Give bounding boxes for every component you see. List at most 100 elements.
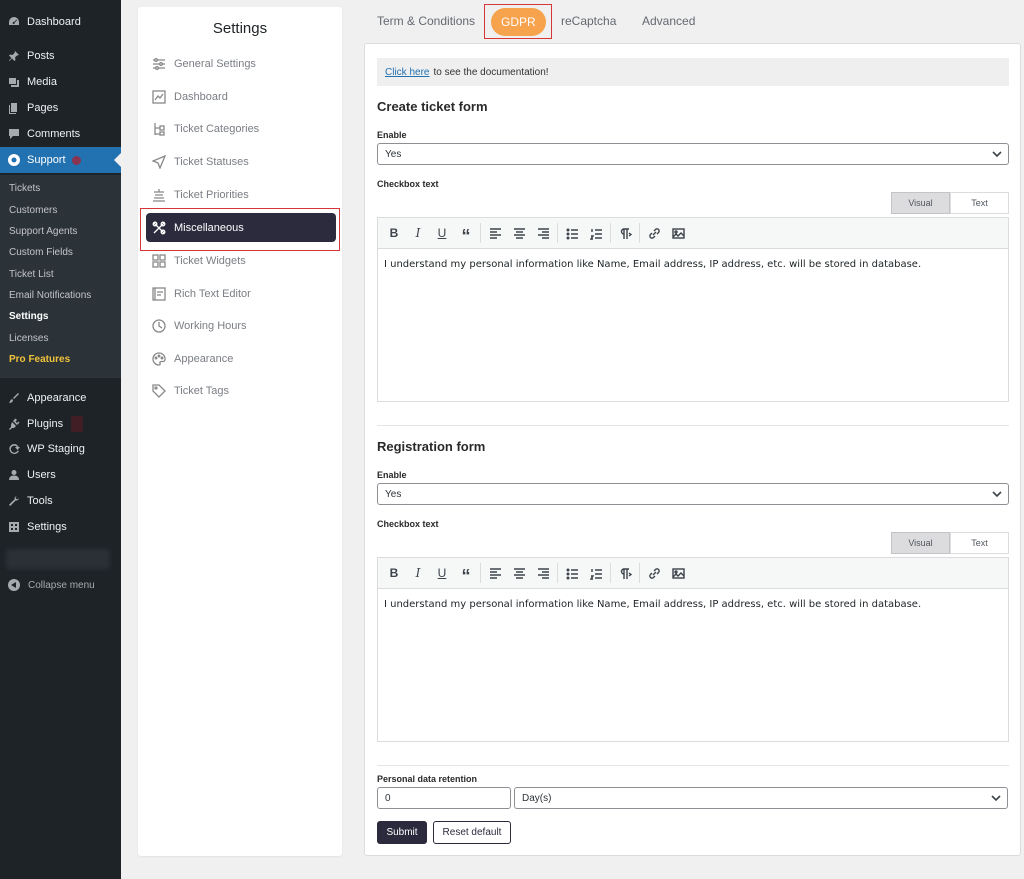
submenu-settings[interactable]: Settings (9, 311, 48, 322)
bullet-list-icon[interactable] (560, 561, 584, 585)
menu-item-users[interactable]: Users (0, 462, 121, 488)
menu-item-wp-staging[interactable]: WP Staging (0, 436, 121, 462)
settings-item-ticket-categories[interactable]: Ticket Categories (146, 114, 336, 143)
italic-button[interactable]: I (406, 561, 430, 585)
menu-item-dashboard[interactable]: Dashboard (0, 9, 121, 35)
chevron-down-icon (991, 794, 1001, 802)
registration-checkbox-text-label: Checkbox text (377, 519, 439, 529)
submenu-custom-fields[interactable]: Custom Fields (9, 247, 73, 258)
collapse-menu-button[interactable]: Collapse menu (8, 579, 95, 591)
blockquote-button[interactable]: “ (454, 561, 478, 586)
menu-item-posts[interactable]: Posts (0, 43, 121, 69)
admin-sidebar: Dashboard Posts Media Pages Comments Sup… (0, 0, 121, 879)
editor-icon (152, 286, 166, 301)
image-icon[interactable] (666, 561, 690, 585)
registration-checkbox-editor: B I U “ I understand my personal informa… (377, 557, 1009, 742)
tab-term-conditions[interactable]: Term & Conditions (377, 14, 475, 28)
menu-label: Settings (27, 521, 67, 533)
text-tab[interactable]: Text (950, 192, 1009, 214)
section-divider (377, 765, 1009, 766)
menu-item-appearance[interactable]: Appearance (0, 385, 121, 411)
menu-item-media[interactable]: Media (0, 69, 121, 95)
paragraph-icon[interactable] (613, 221, 637, 245)
submenu-licenses[interactable]: Licenses (9, 333, 48, 344)
menu-item-settings[interactable]: Settings (0, 514, 121, 540)
chart-icon (152, 89, 166, 104)
menu-label: Appearance (27, 392, 87, 404)
wrench-icon (8, 495, 20, 507)
highlight-outline-miscellaneous (140, 208, 340, 251)
retention-unit-select[interactable]: Day(s) (514, 787, 1008, 809)
submenu-tickets[interactable]: Tickets (9, 183, 40, 194)
underline-button[interactable]: U (430, 561, 454, 585)
submenu-email-notifications[interactable]: Email Notifications (9, 290, 91, 301)
clock-icon (152, 318, 166, 333)
toolbar-divider (639, 223, 640, 243)
underline-button[interactable]: U (430, 221, 454, 245)
settings-item-working-hours[interactable]: Working Hours (146, 311, 336, 340)
menu-item-plugins[interactable]: Plugins (0, 411, 121, 437)
numbered-list-icon[interactable] (584, 561, 608, 585)
create-ticket-form-title: Create ticket form (377, 99, 488, 114)
submit-button[interactable]: Submit (377, 821, 427, 844)
sliders-icon (152, 57, 166, 71)
link-icon[interactable] (642, 561, 666, 585)
collapse-label: Collapse menu (28, 579, 95, 591)
settings-item-ticket-statuses[interactable]: Ticket Statuses (146, 147, 336, 176)
menu-item-support[interactable]: Support (0, 147, 121, 173)
tab-advanced[interactable]: Advanced (642, 14, 695, 28)
menu-item-comments[interactable]: Comments (0, 121, 121, 147)
visual-tab[interactable]: Visual (891, 192, 950, 214)
align-left-icon[interactable] (483, 221, 507, 245)
tab-recaptcha[interactable]: reCaptcha (561, 14, 616, 28)
submenu-ticket-list[interactable]: Ticket List (9, 269, 54, 280)
settings-item-label: Appearance (174, 352, 234, 365)
settings-item-general[interactable]: General Settings (146, 49, 336, 78)
menu-label: Media (27, 76, 57, 88)
settings-item-rich-text-editor[interactable]: Rich Text Editor (146, 279, 336, 308)
align-right-icon[interactable] (531, 561, 555, 585)
reset-default-button[interactable]: Reset default (433, 821, 511, 844)
menu-item-pages[interactable]: Pages (0, 95, 121, 121)
registration-editor-mode-tabs: Visual Text (891, 532, 1009, 554)
align-right-icon[interactable] (531, 221, 555, 245)
italic-button[interactable]: I (406, 221, 430, 245)
image-icon[interactable] (666, 221, 690, 245)
settings-item-ticket-tags[interactable]: Ticket Tags (146, 376, 336, 405)
visual-tab[interactable]: Visual (891, 532, 950, 554)
bullet-list-icon[interactable] (560, 221, 584, 245)
send-icon (152, 154, 166, 169)
submenu-customers[interactable]: Customers (9, 205, 57, 216)
align-center-icon[interactable] (507, 561, 531, 585)
support-icon (8, 154, 20, 166)
numbered-list-icon[interactable] (584, 221, 608, 245)
submenu-pro-features[interactable]: Pro Features (9, 354, 70, 365)
menu-label: Support (27, 154, 66, 166)
create-enable-value: Yes (385, 148, 402, 160)
submenu-support-agents[interactable]: Support Agents (9, 226, 77, 237)
link-icon[interactable] (642, 221, 666, 245)
settings-item-dashboard[interactable]: Dashboard (146, 82, 336, 111)
retention-value-input[interactable]: 0 (377, 787, 511, 809)
align-left-icon[interactable] (483, 561, 507, 585)
align-center-icon[interactable] (507, 221, 531, 245)
menu-label: Plugins (27, 418, 64, 430)
settings-item-ticket-priorities[interactable]: Ticket Priorities (146, 180, 336, 209)
settings-item-appearance[interactable]: Appearance (146, 344, 336, 373)
registration-editor-content[interactable]: I understand my personal information lik… (378, 589, 1008, 620)
bold-button[interactable]: B (382, 221, 406, 245)
create-enable-select[interactable]: Yes (377, 143, 1009, 165)
bold-button[interactable]: B (382, 561, 406, 585)
text-tab[interactable]: Text (950, 532, 1009, 554)
media-icon (8, 76, 20, 88)
tag-icon (152, 383, 166, 398)
menu-item-tools[interactable]: Tools (0, 488, 121, 514)
blockquote-button[interactable]: “ (454, 221, 478, 246)
registration-enable-select[interactable]: Yes (377, 483, 1009, 505)
documentation-notice: Click here to see the documentation! (377, 58, 1009, 86)
paragraph-icon[interactable] (613, 561, 637, 585)
documentation-link[interactable]: Click here (385, 67, 429, 78)
section-divider (377, 425, 1009, 426)
settings-icon (8, 521, 20, 533)
create-editor-content[interactable]: I understand my personal information lik… (378, 249, 1008, 280)
